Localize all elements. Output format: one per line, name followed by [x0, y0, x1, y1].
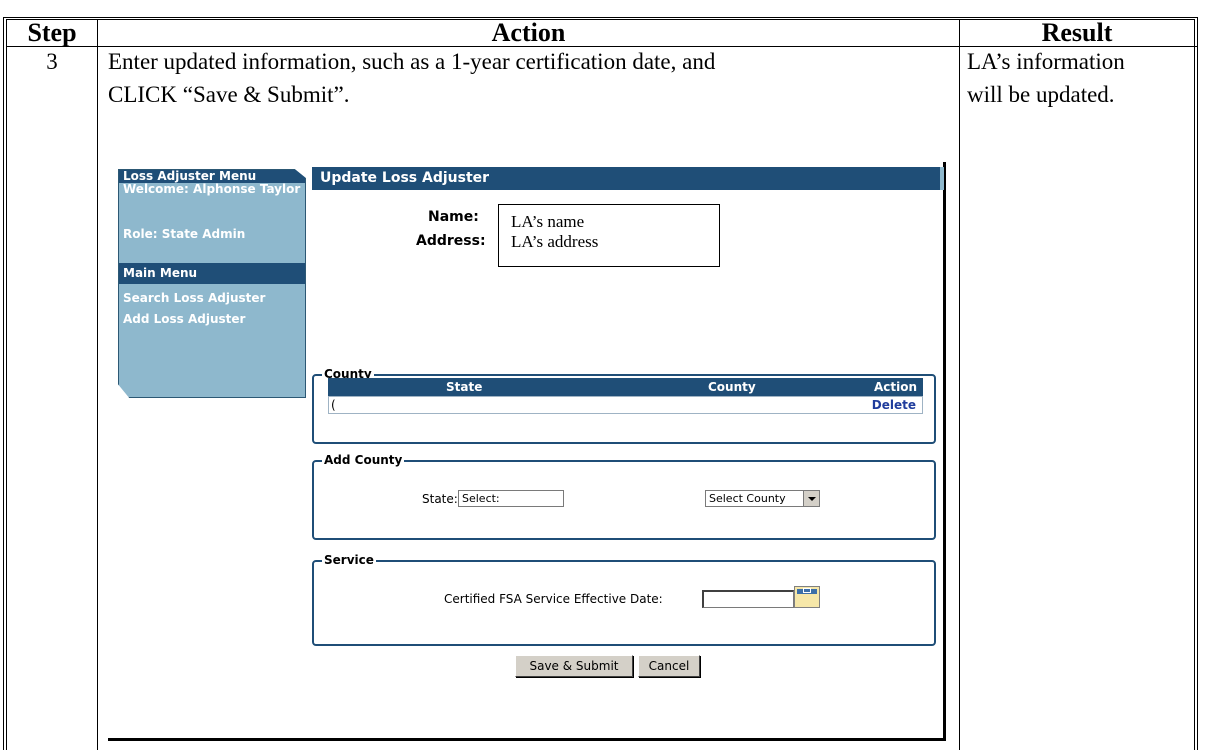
header-step: Step: [27, 18, 77, 47]
callout-name: LA’s name: [511, 212, 585, 231]
column-divider: [97, 20, 98, 750]
update-loss-adjuster-screenshot: Loss Adjuster Menu Welcome: Alphonse Tay…: [108, 162, 946, 741]
page-title: Update Loss Adjuster: [320, 170, 490, 186]
state-label: State:: [422, 492, 458, 506]
service-legend: Service: [322, 553, 376, 567]
address-label: Address:: [416, 233, 486, 249]
column-state: State: [446, 380, 483, 394]
state-select-value: Select:: [462, 492, 500, 505]
row-state: (: [331, 398, 336, 412]
service-date-input[interactable]: [702, 590, 794, 608]
main-menu-heading: Main Menu: [123, 266, 198, 280]
header-result: Result: [1041, 18, 1113, 47]
column-action: Action: [873, 380, 917, 394]
sidebar-item-search-loss-adjuster[interactable]: Search Loss Adjuster: [123, 292, 265, 305]
county-grid-header: State County Action: [328, 378, 923, 396]
la-info-callout: LA’s name LA’s address: [498, 204, 720, 267]
table-row: ( Delete: [328, 396, 923, 414]
state-select[interactable]: Select:: [458, 490, 564, 507]
result-line-1: LA’s information: [967, 49, 1125, 74]
callout-address: LA’s address: [511, 232, 599, 251]
action-line-2: CLICK “Save & Submit”.: [108, 82, 350, 107]
calendar-icon[interactable]: [794, 586, 820, 608]
result-line-2: will be updated.: [967, 82, 1115, 107]
cancel-button[interactable]: Cancel: [638, 655, 700, 677]
county-select-value: Select County: [709, 492, 786, 505]
step-number: 3: [46, 49, 58, 74]
county-select[interactable]: Select County: [705, 490, 820, 507]
chevron-down-icon[interactable]: [803, 491, 819, 506]
welcome-text: Welcome: Alphonse Taylor: [123, 182, 301, 196]
sidebar-menu: Loss Adjuster Menu Welcome: Alphonse Tay…: [118, 169, 306, 398]
delete-link[interactable]: Delete: [872, 398, 916, 412]
service-date-label: Certified FSA Service Effective Date:: [444, 592, 663, 606]
page-title-bar: Update Loss Adjuster: [312, 167, 944, 190]
save-submit-button[interactable]: Save & Submit: [515, 655, 633, 677]
name-label: Name:: [428, 209, 479, 225]
add-county-legend: Add County: [322, 453, 405, 467]
role-text: Role: State Admin: [123, 227, 246, 241]
service-section: Service Certified FSA Service Effective …: [312, 553, 936, 646]
header-action: Action: [491, 18, 566, 47]
sidebar-item-add-loss-adjuster[interactable]: Add Loss Adjuster: [123, 313, 245, 326]
column-county: County: [708, 380, 756, 394]
county-section: County State County Action ( Delete: [312, 367, 936, 444]
column-divider: [959, 20, 960, 750]
add-county-section: Add County State: Select: Select County: [312, 453, 936, 540]
action-line-1: Enter updated information, such as a 1-y…: [108, 49, 716, 74]
